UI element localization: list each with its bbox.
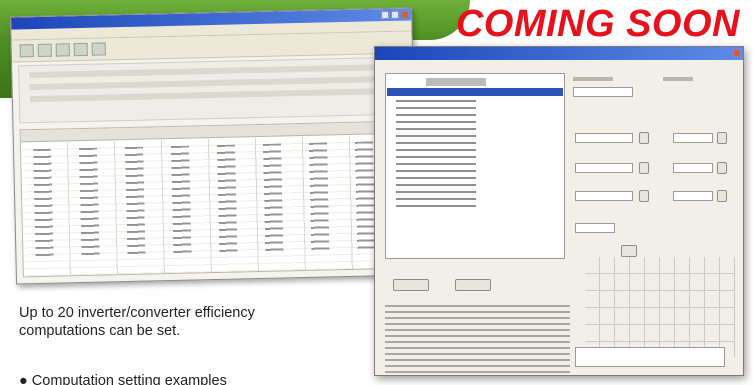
select-button[interactable] (639, 132, 649, 144)
dialog-titlebar (375, 47, 743, 60)
computation-settings-dialog-window (374, 46, 744, 376)
option-button[interactable] (455, 279, 491, 291)
results-table-body (20, 134, 410, 277)
caption-line-2: computations can be set. (19, 323, 181, 339)
settings-row (29, 87, 396, 103)
apply-button[interactable] (621, 245, 637, 257)
selected-list-item[interactable] (387, 88, 563, 96)
toolbar-button-icon[interactable] (55, 43, 70, 57)
input-field[interactable] (673, 133, 713, 143)
computation-form (573, 73, 737, 259)
caption-text: Up to 20 inverter/converter efficiency c… (19, 304, 349, 340)
input-field[interactable] (575, 223, 615, 233)
computation-list[interactable] (385, 73, 565, 259)
efficiency-results-table-window (10, 7, 418, 285)
results-table-cells (33, 140, 406, 262)
computation-options (385, 265, 575, 375)
caption-line-1: Up to 20 inverter/converter efficiency (19, 305, 255, 321)
close-icon[interactable] (733, 49, 741, 57)
toolbar-button-icon[interactable] (73, 42, 88, 57)
select-button[interactable] (717, 190, 727, 202)
select-button[interactable] (717, 132, 727, 144)
preview-box (575, 347, 725, 367)
close-icon[interactable] (400, 10, 410, 19)
settings-panel (18, 56, 408, 124)
input-field[interactable] (575, 191, 633, 201)
input-field[interactable] (673, 191, 713, 201)
list-items[interactable] (396, 100, 476, 210)
minimize-icon[interactable] (380, 10, 390, 20)
coming-soon-headline: COMING SOON (455, 3, 740, 45)
option-descriptions (385, 305, 570, 375)
toolbar-button-icon[interactable] (19, 44, 34, 58)
select-button[interactable] (639, 162, 649, 174)
input-field[interactable] (673, 163, 713, 173)
results-table (19, 120, 411, 278)
list-header (426, 78, 486, 86)
input-field[interactable] (575, 163, 633, 173)
select-button[interactable] (717, 162, 727, 174)
computation-examples-bullet: ● Computation setting examples (19, 373, 227, 385)
settings-row (29, 75, 396, 91)
field-label (663, 77, 693, 81)
maximize-icon[interactable] (390, 10, 400, 19)
name-field[interactable] (573, 87, 633, 97)
field-label (573, 77, 613, 81)
input-field[interactable] (575, 133, 633, 143)
setting-button-grid[interactable] (585, 257, 735, 357)
toolbar-button-icon[interactable] (37, 43, 52, 57)
window-controls (380, 10, 410, 20)
select-button[interactable] (639, 190, 649, 202)
option-button[interactable] (393, 279, 429, 291)
dialog-window-controls (733, 49, 741, 57)
settings-row (29, 63, 396, 79)
toolbar-button-icon[interactable] (91, 42, 106, 56)
